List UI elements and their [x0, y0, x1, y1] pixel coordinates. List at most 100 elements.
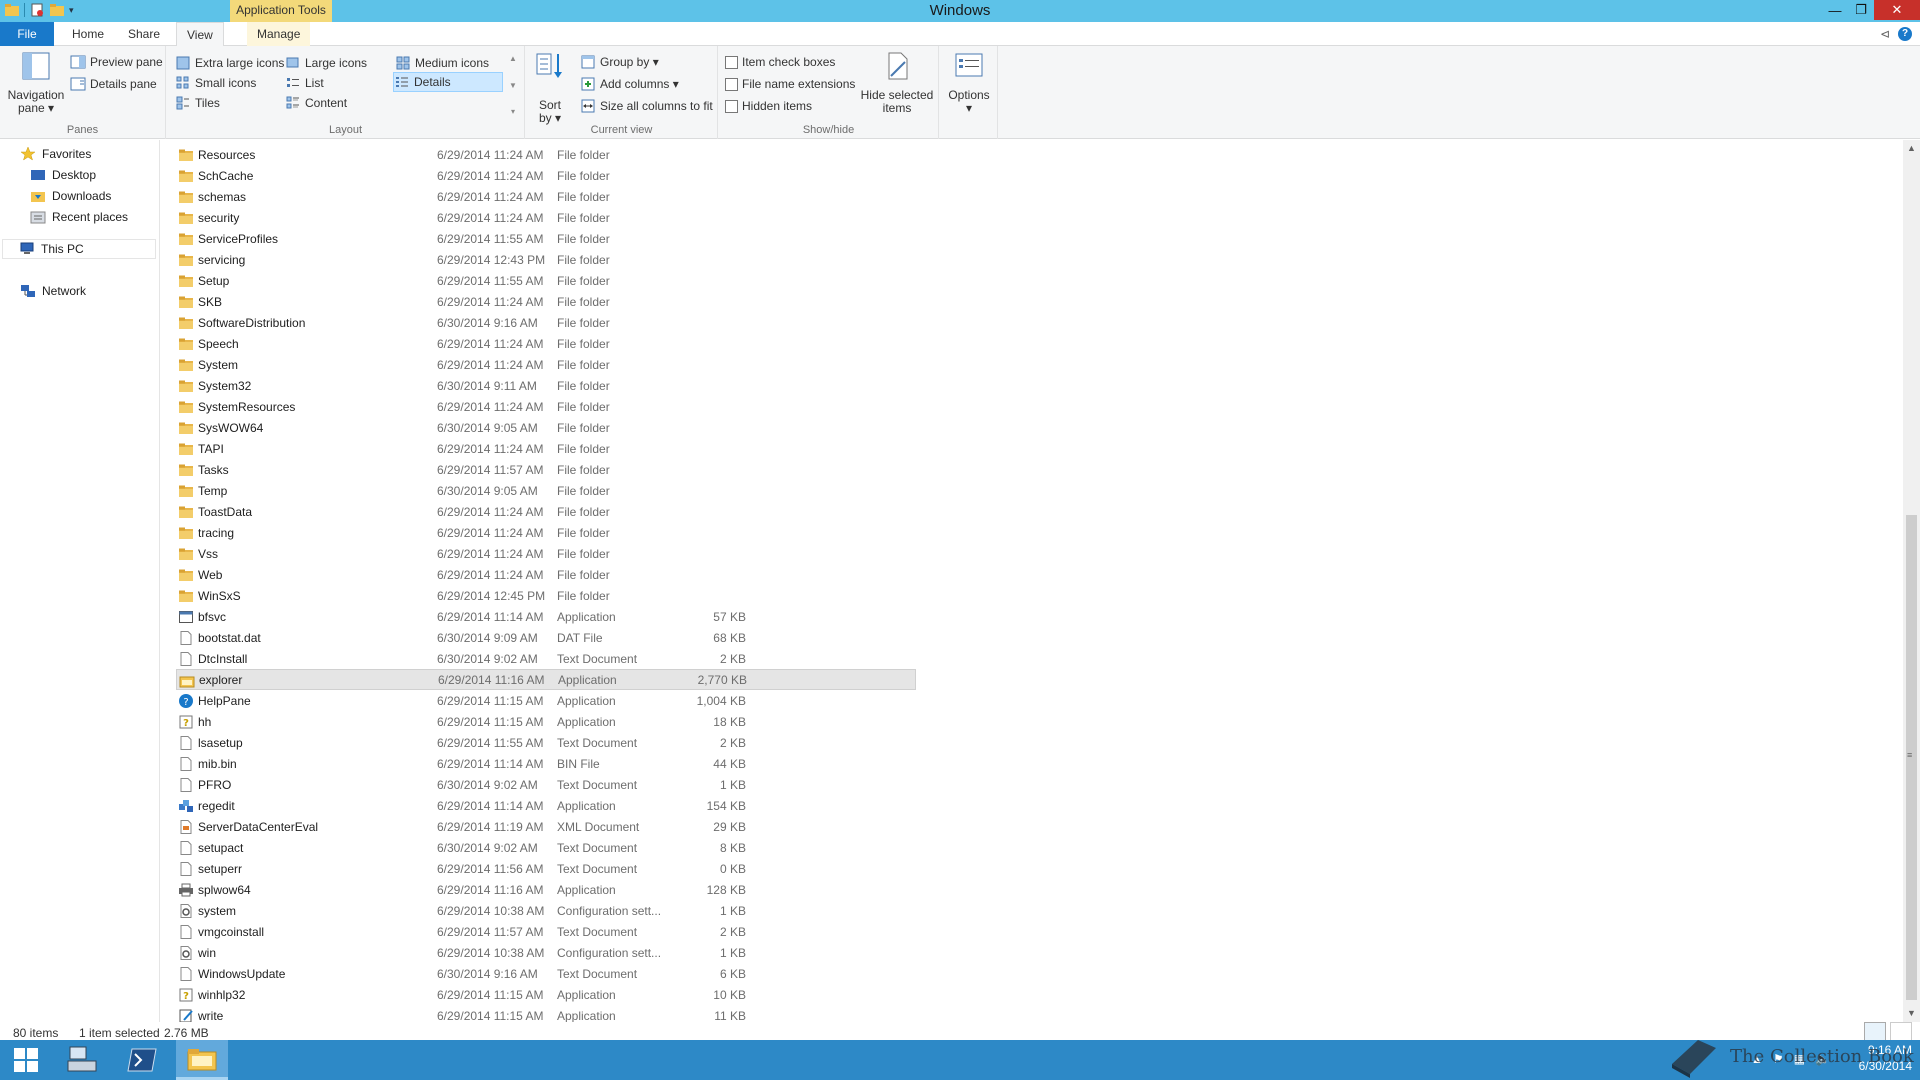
- file-row[interactable]: setuperr 6/29/2014 11:56 AM Text Document 0…: [176, 858, 916, 879]
- tab-home[interactable]: Home: [62, 22, 114, 46]
- nav-item-recent-places[interactable]: Recent places: [30, 207, 128, 227]
- file-row[interactable]: SKB 6/29/2014 11:24 AM File folder: [176, 291, 916, 312]
- nav-item-downloads[interactable]: Downloads: [30, 186, 111, 206]
- tab-share[interactable]: Share: [118, 22, 170, 46]
- current-view-group: Sort by ▾ Group by ▾ Add columns ▾ Size …: [526, 46, 718, 139]
- file-date-modified: 6/29/2014 11:15 AM: [437, 693, 544, 708]
- file-row[interactable]: ? hh 6/29/2014 11:15 AM Application 18 KB: [176, 711, 916, 732]
- file-row[interactable]: Speech 6/29/2014 11:24 AM File folder: [176, 333, 916, 354]
- hidden-items-toggle[interactable]: Hidden items: [725, 96, 812, 116]
- scroll-up-icon[interactable]: ▲: [1903, 140, 1920, 157]
- nav-item-network[interactable]: Network: [20, 281, 86, 301]
- file-row[interactable]: WindowsUpdate 6/30/2014 9:16 AM Text Docum…: [176, 963, 916, 984]
- file-row[interactable]: Temp 6/30/2014 9:05 AM File folder: [176, 480, 916, 501]
- nav-item-desktop[interactable]: Desktop: [30, 165, 96, 185]
- item-check-boxes-toggle[interactable]: Item check boxes: [725, 52, 835, 72]
- file-row[interactable]: PFRO 6/30/2014 9:02 AM Text Document 1 KB: [176, 774, 916, 795]
- file-row[interactable]: Vss 6/29/2014 11:24 AM File folder: [176, 543, 916, 564]
- content-view-button[interactable]: Content: [285, 93, 347, 113]
- large-icons-button[interactable]: Large icons: [285, 53, 367, 73]
- gallery-down-icon[interactable]: ▼: [509, 81, 517, 90]
- file-row[interactable]: ServiceProfiles 6/29/2014 11:55 AM File fo…: [176, 228, 916, 249]
- taskbar-powershell[interactable]: [116, 1040, 168, 1080]
- nav-item-favorites[interactable]: Favorites: [20, 144, 91, 164]
- sort-by-button[interactable]: Sort by ▾: [532, 50, 568, 125]
- taskbar-file-explorer[interactable]: [176, 1040, 228, 1080]
- file-row[interactable]: win 6/29/2014 10:38 AM Configuration sett.…: [176, 942, 916, 963]
- file-row[interactable]: setupact 6/30/2014 9:02 AM Text Document 8 …: [176, 837, 916, 858]
- file-row[interactable]: bfsvc 6/29/2014 11:14 AM Application 57 KB: [176, 606, 916, 627]
- add-columns-button[interactable]: Add columns ▾: [580, 74, 679, 94]
- file-date-modified: 6/30/2014 9:02 AM: [437, 777, 538, 792]
- file-name: TAPI: [198, 441, 224, 456]
- extra-large-icons-button[interactable]: Extra large icons: [175, 53, 284, 73]
- file-row[interactable]: schemas 6/29/2014 11:24 AM File folder: [176, 186, 916, 207]
- file-row[interactable]: SchCache 6/29/2014 11:24 AM File folder: [176, 165, 916, 186]
- file-row[interactable]: Setup 6/29/2014 11:55 AM File folder: [176, 270, 916, 291]
- file-row[interactable]: System 6/29/2014 11:24 AM File folder: [176, 354, 916, 375]
- file-row[interactable]: TAPI 6/29/2014 11:24 AM File folder: [176, 438, 916, 459]
- file-name-extensions-checkbox[interactable]: [725, 77, 738, 91]
- file-row[interactable]: regedit 6/29/2014 11:14 AM Application 154 …: [176, 795, 916, 816]
- list-view-button[interactable]: List: [285, 73, 324, 93]
- file-row[interactable]: Tasks 6/29/2014 11:57 AM File folder: [176, 459, 916, 480]
- tab-file[interactable]: File: [0, 22, 54, 46]
- minimize-button[interactable]: —: [1822, 0, 1848, 20]
- navigation-pane-button[interactable]: Navigation pane ▾: [6, 50, 66, 115]
- file-row[interactable]: Web 6/29/2014 11:24 AM File folder: [176, 564, 916, 585]
- taskbar-server-manager[interactable]: [56, 1040, 108, 1080]
- folder-icon: [179, 527, 193, 539]
- help-icon[interactable]: ?: [1898, 27, 1912, 41]
- file-row[interactable]: servicing 6/29/2014 12:43 PM File folder: [176, 249, 916, 270]
- file-row[interactable]: system 6/29/2014 10:38 AM Configuration se…: [176, 900, 916, 921]
- hidden-items-checkbox[interactable]: [725, 99, 738, 113]
- medium-icons-button[interactable]: Medium icons: [395, 53, 489, 73]
- size-all-columns-button[interactable]: Size all columns to fit: [580, 96, 713, 116]
- file-row[interactable]: SystemResources 6/29/2014 11:24 AM File fo…: [176, 396, 916, 417]
- nav-item-this-pc[interactable]: This PC: [2, 239, 156, 259]
- file-row[interactable]: ? HelpPane 6/29/2014 11:15 AM Application 1,…: [176, 690, 916, 711]
- file-date-modified: 6/29/2014 11:14 AM: [437, 609, 544, 624]
- file-row[interactable]: DtcInstall 6/30/2014 9:02 AM Text Document…: [176, 648, 916, 669]
- file-date-modified: 6/29/2014 11:55 AM: [437, 273, 544, 288]
- details-pane-button[interactable]: Details pane: [70, 74, 157, 94]
- restore-button[interactable]: ❐: [1848, 0, 1874, 20]
- file-row[interactable]: SysWOW64 6/30/2014 9:05 AM File folder: [176, 417, 916, 438]
- item-check-boxes-checkbox[interactable]: [725, 55, 738, 69]
- tab-manage[interactable]: Manage: [247, 22, 311, 46]
- tab-view[interactable]: View: [176, 22, 224, 47]
- file-row[interactable]: ToastData 6/29/2014 11:24 AM File folder: [176, 501, 916, 522]
- small-icons-button[interactable]: Small icons: [175, 73, 256, 93]
- file-row[interactable]: Resources 6/29/2014 11:24 AM File folder: [176, 144, 916, 165]
- gallery-more-icon[interactable]: ▾: [511, 107, 515, 116]
- file-row[interactable]: SoftwareDistribution 6/30/2014 9:16 AM Fil…: [176, 312, 916, 333]
- close-button[interactable]: ✕: [1874, 0, 1920, 20]
- details-view-button[interactable]: Details: [393, 72, 503, 92]
- file-row[interactable]: WinSxS 6/29/2014 12:45 PM File folder: [176, 585, 916, 606]
- file-row[interactable]: lsasetup 6/29/2014 11:55 AM Text Document 2…: [176, 732, 916, 753]
- file-row[interactable]: write 6/29/2014 11:15 AM Application 11 KB: [176, 1005, 916, 1022]
- file-row[interactable]: explorer 6/29/2014 11:16 AM Application 2,7…: [176, 669, 916, 690]
- file-row[interactable]: bootstat.dat 6/30/2014 9:09 AM DAT File 68 …: [176, 627, 916, 648]
- help-icon: ?: [179, 694, 193, 708]
- layout-gallery-scroll[interactable]: ▲ ▼ ▾: [508, 54, 518, 116]
- file-row[interactable]: tracing 6/29/2014 11:24 AM File folder: [176, 522, 916, 543]
- file-row[interactable]: ? winhlp32 6/29/2014 11:15 AM Application 10…: [176, 984, 916, 1005]
- scroll-down-icon[interactable]: ▼: [1903, 1005, 1920, 1022]
- minimize-ribbon-icon[interactable]: ⊲: [1880, 27, 1890, 41]
- preview-pane-button[interactable]: Preview pane: [70, 52, 163, 72]
- file-row[interactable]: mib.bin 6/29/2014 11:14 AM BIN File 44 KB: [176, 753, 916, 774]
- file-name-extensions-toggle[interactable]: File name extensions: [725, 74, 855, 94]
- tiles-view-button[interactable]: Tiles: [175, 93, 220, 113]
- options-button[interactable]: Options ▾: [944, 50, 994, 115]
- file-row[interactable]: splwow64 6/29/2014 11:16 AM Application 128…: [176, 879, 916, 900]
- file-row[interactable]: vmgcoinstall 6/29/2014 11:57 AM Text Docum…: [176, 921, 916, 942]
- vertical-scrollbar[interactable]: ▲ ≡ ▼: [1903, 140, 1920, 1022]
- file-row[interactable]: security 6/29/2014 11:24 AM File folder: [176, 207, 916, 228]
- file-row[interactable]: System32 6/30/2014 9:11 AM File folder: [176, 375, 916, 396]
- group-by-button[interactable]: Group by ▾: [580, 52, 659, 72]
- gallery-up-icon[interactable]: ▲: [509, 54, 517, 63]
- start-button[interactable]: [0, 1040, 52, 1080]
- file-row[interactable]: ServerDataCenterEval 6/29/2014 11:19 AM XM…: [176, 816, 916, 837]
- hide-selected-items-button[interactable]: Hide selected items: [859, 50, 935, 115]
